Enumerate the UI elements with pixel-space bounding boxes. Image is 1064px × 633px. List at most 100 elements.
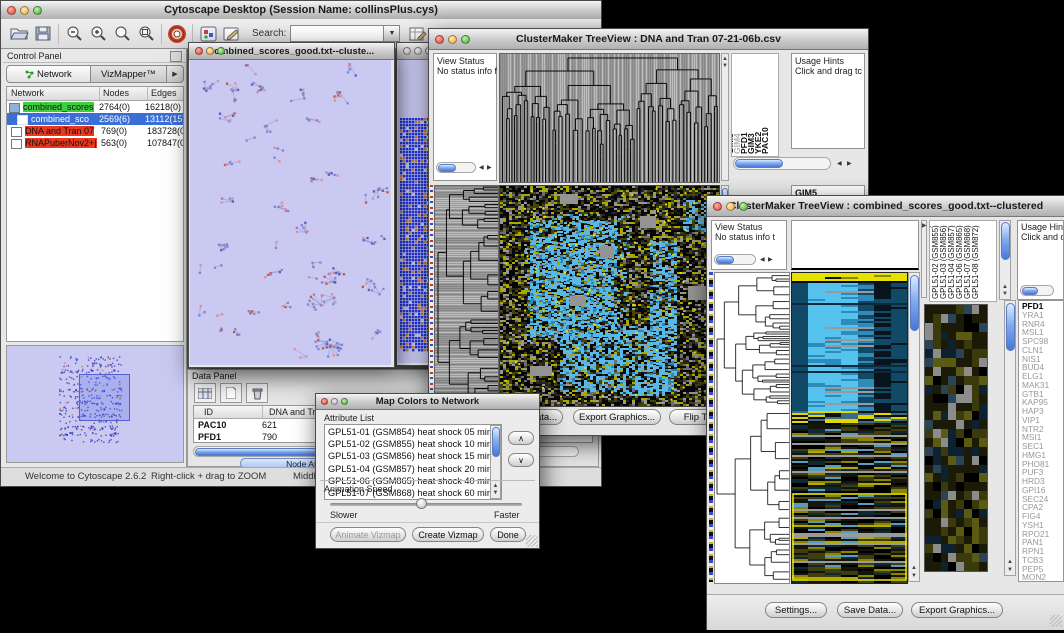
zoom-window-icon[interactable] <box>217 47 225 55</box>
control-panel-tabs: Network VizMapper™ ▶ <box>6 65 184 83</box>
treeview2-window: ClusterMaker TreeView : combined_scores_… <box>706 195 1064 630</box>
zoom-window-icon[interactable] <box>739 202 748 211</box>
network-table-header[interactable]: Network Nodes Edges <box>7 87 183 101</box>
tv2-collabel-vscroll-thumb[interactable] <box>1001 222 1010 260</box>
birdseye-canvas[interactable] <box>7 346 183 462</box>
tv2-status-slider-thumb[interactable] <box>716 256 734 264</box>
resize-grip[interactable] <box>1050 615 1062 627</box>
minimize-icon[interactable] <box>726 202 735 211</box>
tv1-usage-hints-title: Usage Hints <box>795 56 844 66</box>
col-network[interactable]: Network <box>7 87 100 100</box>
slider-left-icon[interactable]: ◀ <box>837 160 842 167</box>
tab-vizmapper[interactable]: VizMapper™ <box>91 65 167 83</box>
attribute-select-icon[interactable] <box>194 383 216 403</box>
open-file-icon[interactable] <box>7 23 31 45</box>
minimize-icon[interactable] <box>206 47 214 55</box>
tab-overflow-icon[interactable]: ▶ <box>167 65 184 83</box>
close-icon[interactable] <box>7 6 16 15</box>
attribute-list-vscrollbar[interactable]: ▲▼ <box>490 425 501 499</box>
slider-right-icon[interactable]: ▶ <box>847 160 852 167</box>
tv2-column-label[interactable]: GPL51-08 (GSM872) <box>971 225 980 299</box>
tv1-status-slider-thumb[interactable] <box>438 164 456 172</box>
help-lifebuoy-icon[interactable] <box>165 23 189 45</box>
tv2-hints-slider[interactable] <box>1020 285 1054 296</box>
network-canvas[interactable] <box>190 60 391 365</box>
delete-attribute-icon[interactable] <box>246 383 268 403</box>
col-nodes[interactable]: Nodes <box>100 87 148 100</box>
create-vizmap-button[interactable]: Create Vizmap <box>412 527 484 542</box>
slider-left-icon[interactable]: ◀ <box>479 164 484 171</box>
minimize-icon[interactable] <box>20 6 29 15</box>
tv1-status-slider[interactable] <box>436 162 476 173</box>
slider-right-icon[interactable]: ▶ <box>487 164 492 171</box>
tv2-column-tree-area[interactable] <box>791 220 919 270</box>
animate-vizmap-button[interactable]: Animate Vizmap <box>330 527 406 542</box>
slider-left-icon[interactable]: ◀ <box>760 256 765 263</box>
tv2-heatmap[interactable] <box>791 272 908 584</box>
tv2-row-dendrogram[interactable] <box>714 272 790 584</box>
network-row[interactable]: combined_scores2764(0)16218(0) <box>7 101 183 113</box>
attribute-list-item[interactable]: GPL51-02 (GSM855) heat shock 10 min <box>325 438 490 450</box>
zoom-out-icon[interactable] <box>62 23 86 45</box>
tv2-top-strip[interactable]: ▶ <box>921 220 927 298</box>
minimize-icon[interactable] <box>331 398 338 405</box>
attribute-list-vscroll-thumb[interactable] <box>492 427 500 457</box>
save-icon[interactable] <box>31 23 55 45</box>
attribute-list-item[interactable]: GPL51-04 (GSM857) heat shock 20 min <box>325 463 490 475</box>
tv1-global-hscroll-thumb[interactable] <box>735 159 783 168</box>
zoom-window-icon[interactable] <box>33 6 42 15</box>
close-icon[interactable] <box>321 398 328 405</box>
attribute-list-item[interactable]: GPL51-03 (GSM856) heat shock 15 min <box>325 450 490 462</box>
tv2-collabel-vscrollbar[interactable]: ▲▼ <box>999 220 1011 300</box>
new-attribute-icon[interactable] <box>220 383 242 403</box>
attribute-list-item[interactable]: GPL51-01 (GSM854) heat shock 05 min <box>325 426 490 438</box>
move-up-button[interactable]: ∧ <box>508 431 534 445</box>
zoom-window-icon[interactable] <box>461 35 470 44</box>
network-row[interactable]: DNA and Tran 07769(0)183728(0) <box>7 125 183 137</box>
main-titlebar[interactable]: Cytoscape Desktop (Session Name: collins… <box>1 1 601 20</box>
close-icon[interactable] <box>195 47 203 55</box>
attr-col-id[interactable]: ID <box>194 406 263 418</box>
export-graphics-button[interactable]: Export Graphics... <box>573 409 661 425</box>
tv2-heatmap-vscrollbar[interactable]: ▲▼ <box>908 272 920 582</box>
tv2-heatmap-vscroll-thumb[interactable] <box>910 275 919 331</box>
zoom-in-icon[interactable] <box>86 23 110 45</box>
float-panel-icon[interactable] <box>170 51 182 62</box>
close-icon[interactable] <box>403 47 411 55</box>
move-down-button[interactable]: ∨ <box>508 453 534 467</box>
tv2-genelist-vscrollbar[interactable]: ▲▼ <box>1004 300 1016 576</box>
network-row[interactable]: RNAPuberNov2+|563(0)107847(0) <box>7 137 183 149</box>
close-icon[interactable] <box>713 202 722 211</box>
zoom-fit-icon[interactable] <box>134 23 158 45</box>
close-icon[interactable] <box>435 35 444 44</box>
tab-network[interactable]: Network <box>6 65 91 83</box>
tv1-global-hscroll[interactable] <box>733 157 831 170</box>
tv1-top-strip[interactable]: ▲▼ <box>721 53 729 181</box>
settings-button[interactable]: Settings... <box>765 602 827 618</box>
resize-grip[interactable] <box>526 535 538 547</box>
done-button[interactable]: Done <box>490 527 526 542</box>
tv1-column-dendrogram[interactable] <box>499 53 720 183</box>
tv2-status-slider[interactable] <box>714 254 756 265</box>
network-row[interactable]: combined_sco2569(6)13112(15) <box>7 113 183 125</box>
minimize-icon[interactable] <box>448 35 457 44</box>
animation-speed-thumb[interactable] <box>416 498 427 509</box>
tv2-gene-label[interactable]: MON2 <box>1022 573 1063 582</box>
search-input[interactable] <box>290 25 384 42</box>
zoom-window-icon[interactable] <box>341 398 348 405</box>
tv1-column-label[interactable]: PAC10 <box>760 127 770 154</box>
tv1-row-dendrogram[interactable] <box>434 185 499 407</box>
zoom-selected-icon[interactable] <box>110 23 134 45</box>
tv2-zoom-heatmap[interactable] <box>924 304 988 572</box>
birdseye-view[interactable] <box>6 345 184 463</box>
minimize-icon[interactable] <box>414 47 422 55</box>
tv2-view-status-text: No status info t <box>715 232 775 242</box>
save-data-button[interactable]: Save Data... <box>837 602 903 618</box>
tv2-genelist-vscroll-thumb[interactable] <box>1006 303 1015 351</box>
col-edges[interactable]: Edges <box>148 87 183 100</box>
tv1-heatmap[interactable] <box>499 185 720 407</box>
tv2-hints-slider-thumb[interactable] <box>1022 287 1038 295</box>
search-dropdown-icon[interactable]: ▼ <box>384 25 400 42</box>
slider-right-icon[interactable]: ▶ <box>768 256 773 263</box>
export-graphics-button[interactable]: Export Graphics... <box>911 602 1003 618</box>
